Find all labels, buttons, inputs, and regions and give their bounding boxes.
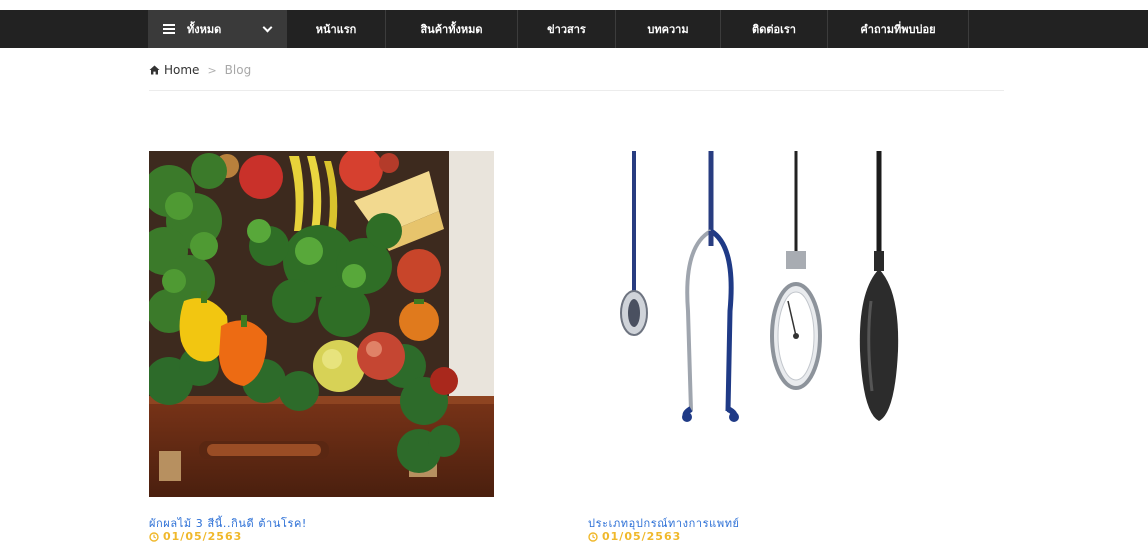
home-icon [149,65,160,75]
nav-item-articles[interactable]: บทความ [616,10,721,48]
breadcrumb-home-link[interactable]: Home [164,63,199,77]
post-image-vegetables[interactable] [149,151,494,497]
breadcrumb-current: Blog [224,63,252,77]
post-date-text: 01/05/2563 [163,530,243,543]
post-date: 01/05/2563 [588,530,681,543]
nav-menu: ทั้งหมด หน้าแรก สินค้าทั้งหมด ข่าวสาร บท… [148,10,969,48]
divider [149,90,1004,91]
clock-icon [588,531,598,542]
breadcrumb-separator: > [207,63,217,77]
post-image-medical[interactable] [588,151,933,497]
category-dropdown[interactable]: ทั้งหมด [148,10,287,48]
menu-icon [163,24,175,34]
top-strip [0,0,1148,10]
chevron-down-icon [262,22,273,32]
nav-item-news[interactable]: ข่าวสาร [518,10,616,48]
nav-item-all-products[interactable]: สินค้าทั้งหมด [386,10,518,48]
nav-item-faq[interactable]: คำถามที่พบบ่อย [828,10,969,48]
breadcrumb: Home > Blog [149,62,251,78]
main-navbar: ทั้งหมด หน้าแรก สินค้าทั้งหมด ข่าวสาร บท… [0,10,1148,48]
post-date: 01/05/2563 [149,530,242,543]
post-date-text: 01/05/2563 [602,530,682,543]
clock-icon [149,531,159,542]
nav-item-home[interactable]: หน้าแรก [287,10,386,48]
category-dropdown-label: ทั้งหมด [187,23,222,36]
nav-item-contact[interactable]: ติดต่อเรา [721,10,828,48]
